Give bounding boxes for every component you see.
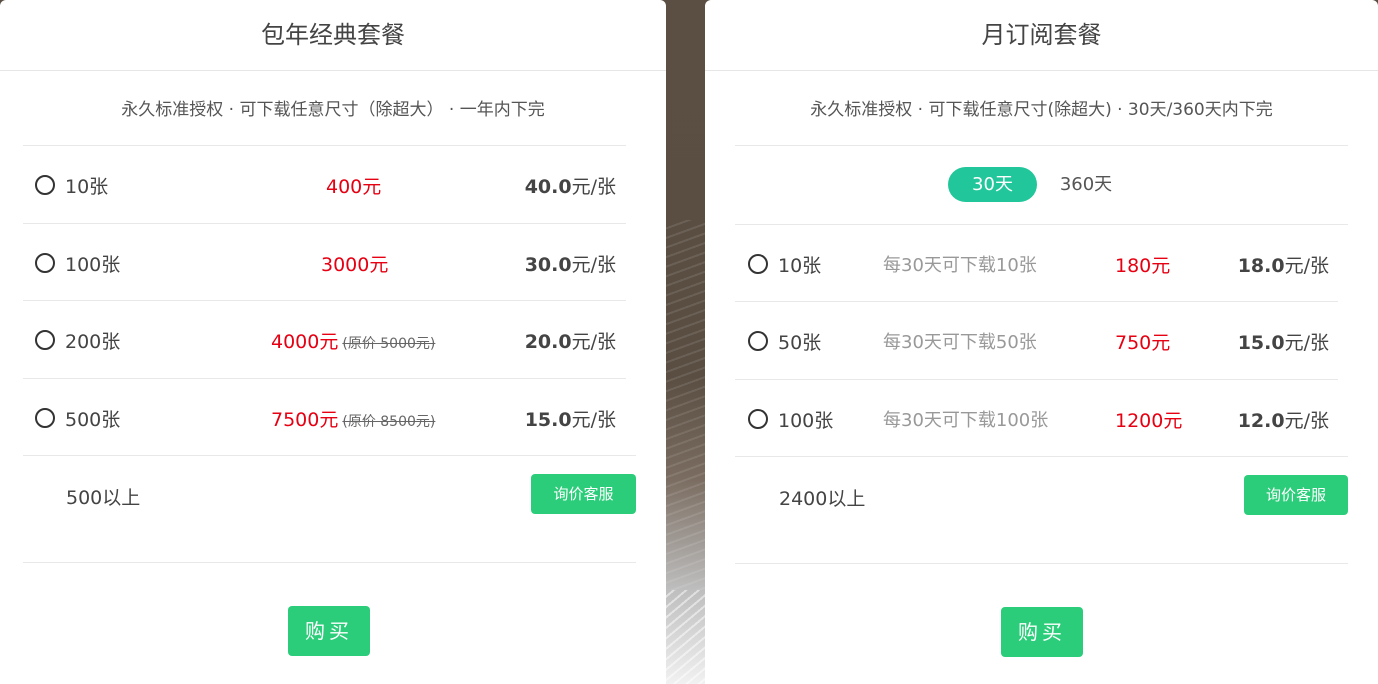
option-quantity: 50张 — [778, 332, 822, 354]
unit-price-suffix: 元/张 — [1284, 410, 1329, 432]
option-unit-price: 18.0元/张 — [1238, 251, 1329, 278]
option-unit-price: 15.0元/张 — [1238, 328, 1329, 355]
inquire-customer-service-button[interactable]: 询价客服 — [1244, 475, 1348, 515]
buy-button[interactable]: 购买 — [288, 606, 370, 656]
package-option-row[interactable]: 200张 4000元 (原价 5000元) 20.0元/张 — [23, 301, 616, 379]
option-price: 400元 — [326, 176, 382, 198]
divider — [735, 145, 1348, 146]
subscription-option-row[interactable]: 50张 每30天可下载50张 750元 15.0元/张 — [735, 302, 1329, 380]
option-price: 3000元 — [321, 254, 389, 276]
option-unit-price: 12.0元/张 — [1238, 406, 1329, 433]
radio-button[interactable] — [35, 330, 55, 350]
unit-price-suffix: 元/张 — [571, 409, 616, 431]
option-unit-price: 20.0元/张 — [525, 327, 616, 354]
option-quantity: 500张 — [65, 409, 121, 431]
package-option-row[interactable]: 100张 3000元 30.0元/张 — [23, 224, 616, 302]
subscription-option-row[interactable]: 100张 每30天可下载100张 1200元 12.0元/张 — [735, 380, 1329, 458]
option-price: 1200元 — [1115, 410, 1183, 432]
option-price: 750元 — [1115, 332, 1171, 354]
radio-button[interactable] — [35, 408, 55, 428]
more-quantity-label: 500以上 — [66, 487, 141, 509]
unit-price-value: 30.0 — [524, 254, 572, 276]
unit-price-suffix: 元/张 — [1284, 255, 1329, 277]
option-quantity: 10张 — [778, 255, 822, 277]
option-description: 每30天可下载100张 — [883, 410, 1049, 431]
monthly-subscription-card: 月订阅套餐 永久标准授权 · 可下载任意尺寸(除超大) · 30天/360天内下… — [705, 0, 1378, 684]
option-quantity: 200张 — [65, 331, 121, 353]
unit-price-value: 12.0 — [1237, 410, 1285, 432]
annual-package-card: 包年经典套餐 永久标准授权 · 可下载任意尺寸（除超大） · 一年内下完 10张… — [0, 0, 666, 684]
unit-price-suffix: 元/张 — [1284, 332, 1329, 354]
unit-price-value: 20.0 — [524, 331, 572, 353]
option-price: 7500元 (原价 8500元) — [271, 405, 435, 432]
unit-price-value: 15.0 — [1237, 332, 1285, 354]
monthly-subscription-subtitle: 永久标准授权 · 可下载任意尺寸(除超大) · 30天/360天内下完 — [810, 100, 1273, 120]
unit-price-suffix: 元/张 — [571, 176, 616, 198]
option-price: 4000元 (原价 5000元) — [271, 327, 435, 354]
divider — [23, 455, 636, 456]
unit-price-value: 40.0 — [524, 176, 572, 198]
tab-360-days[interactable]: 360天 — [1051, 167, 1121, 202]
more-quantity-label: 2400以上 — [779, 488, 866, 510]
option-unit-price: 40.0元/张 — [525, 172, 616, 199]
unit-price-suffix: 元/张 — [571, 331, 616, 353]
annual-package-subtitle: 永久标准授权 · 可下载任意尺寸（除超大） · 一年内下完 — [121, 100, 545, 120]
option-price: 180元 — [1115, 255, 1171, 277]
option-quantity: 10张 — [65, 176, 109, 198]
radio-button[interactable] — [748, 331, 768, 351]
divider — [735, 563, 1348, 564]
unit-price-value: 18.0 — [1237, 255, 1285, 277]
option-quantity: 100张 — [778, 410, 834, 432]
subscription-option-row[interactable]: 10张 每30天可下载10张 180元 18.0元/张 — [735, 225, 1329, 303]
annual-package-title: 包年经典套餐 — [0, 0, 666, 71]
unit-price-value: 15.0 — [524, 409, 572, 431]
radio-button[interactable] — [35, 253, 55, 273]
option-description: 每30天可下载50张 — [883, 332, 1037, 353]
divider — [735, 456, 1348, 457]
background-image — [660, 0, 710, 684]
option-description: 每30天可下载10张 — [883, 255, 1037, 276]
unit-price-suffix: 元/张 — [571, 254, 616, 276]
option-quantity: 100张 — [65, 254, 121, 276]
radio-button[interactable] — [748, 409, 768, 429]
radio-button[interactable] — [35, 175, 55, 195]
option-unit-price: 15.0元/张 — [525, 405, 616, 432]
radio-button[interactable] — [748, 254, 768, 274]
original-price: (原价 5000元) — [342, 336, 436, 352]
package-option-row[interactable]: 10张 400元 40.0元/张 — [23, 146, 616, 224]
option-unit-price: 30.0元/张 — [525, 250, 616, 277]
original-price: (原价 8500元) — [342, 414, 436, 430]
period-tabs: 30天 360天 — [705, 167, 1378, 202]
inquire-customer-service-button[interactable]: 询价客服 — [531, 474, 636, 514]
divider — [23, 562, 636, 563]
tab-30-days[interactable]: 30天 — [948, 167, 1037, 202]
option-price-value: 7500元 — [271, 409, 339, 431]
option-price-value: 4000元 — [271, 331, 339, 353]
buy-button[interactable]: 购买 — [1001, 607, 1083, 657]
package-option-row[interactable]: 500张 7500元 (原价 8500元) 15.0元/张 — [23, 379, 616, 457]
monthly-subscription-title: 月订阅套餐 — [705, 0, 1378, 71]
